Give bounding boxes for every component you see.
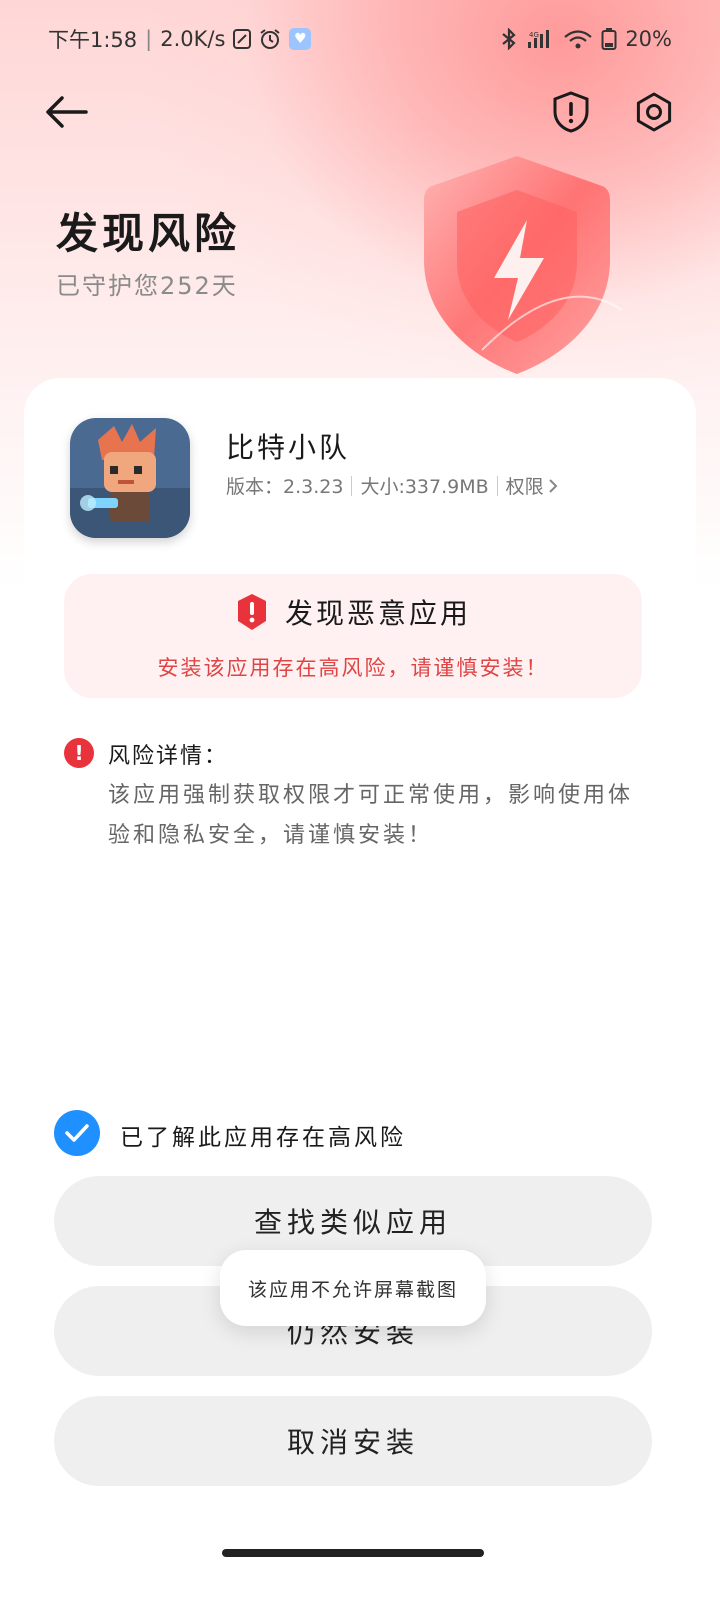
svg-text:4G: 4G bbox=[529, 31, 539, 39]
meta-divider bbox=[496, 475, 498, 496]
battery-icon bbox=[601, 28, 617, 50]
chevron-right-icon bbox=[548, 478, 558, 493]
risk-title: 发现恶意应用 bbox=[284, 597, 471, 630]
bluetooth-icon bbox=[499, 28, 519, 50]
risk-details-label: 风险详情： bbox=[108, 744, 229, 769]
message-icon: ♥ bbox=[289, 28, 312, 50]
battery-level: 20% bbox=[625, 27, 672, 51]
app-meta: 版本：2.3.23 大小:337.9MB 权限 bbox=[226, 472, 558, 499]
app-size: 大小:337.9MB bbox=[360, 476, 489, 498]
acknowledge-label[interactable]: 已了解此应用存在高风险 bbox=[120, 1118, 406, 1152]
permissions-label: 权限 bbox=[505, 476, 544, 498]
network-speed: 2.0K/s bbox=[160, 27, 226, 51]
permissions-link[interactable]: 权限 bbox=[506, 472, 558, 499]
status-right: 4G 20% bbox=[499, 27, 672, 51]
gear-icon bbox=[636, 92, 672, 132]
app-version: 版本：2.3.23 bbox=[226, 476, 344, 498]
top-nav bbox=[0, 80, 720, 144]
back-button[interactable] bbox=[40, 86, 92, 138]
shield-lightning-illustration bbox=[424, 156, 622, 374]
home-indicator[interactable] bbox=[222, 1549, 484, 1557]
app-notification-icon bbox=[233, 29, 252, 49]
checkmark-icon bbox=[65, 1124, 89, 1142]
security-button[interactable] bbox=[545, 86, 597, 138]
cancel-install-button[interactable]: 取消安装 bbox=[54, 1396, 652, 1486]
protection-days: 已守护您252天 bbox=[56, 272, 238, 300]
meta-divider bbox=[351, 475, 353, 496]
status-left: 下午1:58 | 2.0K/s ♥ bbox=[48, 24, 312, 54]
screenshot-blocked-toast: 该应用不允许屏幕截图 bbox=[220, 1250, 486, 1326]
info-alert-icon: ! bbox=[64, 738, 94, 768]
settings-button[interactable] bbox=[628, 86, 680, 138]
app-icon bbox=[70, 418, 190, 538]
page-title: 发现风险 bbox=[56, 209, 241, 258]
risk-details-text: 该应用强制获取权限才可正常使用，影响使用体验和隐私安全，请谨慎安装！ bbox=[108, 783, 634, 848]
status-divider: | bbox=[145, 27, 153, 51]
risk-alert-box: 发现恶意应用 安装该应用存在高风险，请谨慎安装！ bbox=[64, 574, 642, 698]
arrow-left-icon bbox=[46, 96, 88, 128]
wifi-icon bbox=[563, 28, 593, 50]
risk-warning-text: 安装该应用存在高风险，请谨慎安装！ bbox=[157, 656, 549, 680]
shield-alert-icon bbox=[553, 91, 589, 133]
status-time: 下午1:58 bbox=[48, 28, 138, 52]
signal-icon: 4G bbox=[527, 29, 555, 49]
status-bar: 下午1:58 | 2.0K/s ♥ 4G 20% bbox=[0, 0, 720, 78]
risk-alert-header: 发现恶意应用 bbox=[64, 592, 642, 632]
app-name: 比特小队 bbox=[226, 431, 351, 464]
shield-warning-icon bbox=[237, 594, 266, 630]
alarm-icon bbox=[259, 28, 281, 50]
acknowledge-checkbox[interactable] bbox=[54, 1110, 100, 1156]
